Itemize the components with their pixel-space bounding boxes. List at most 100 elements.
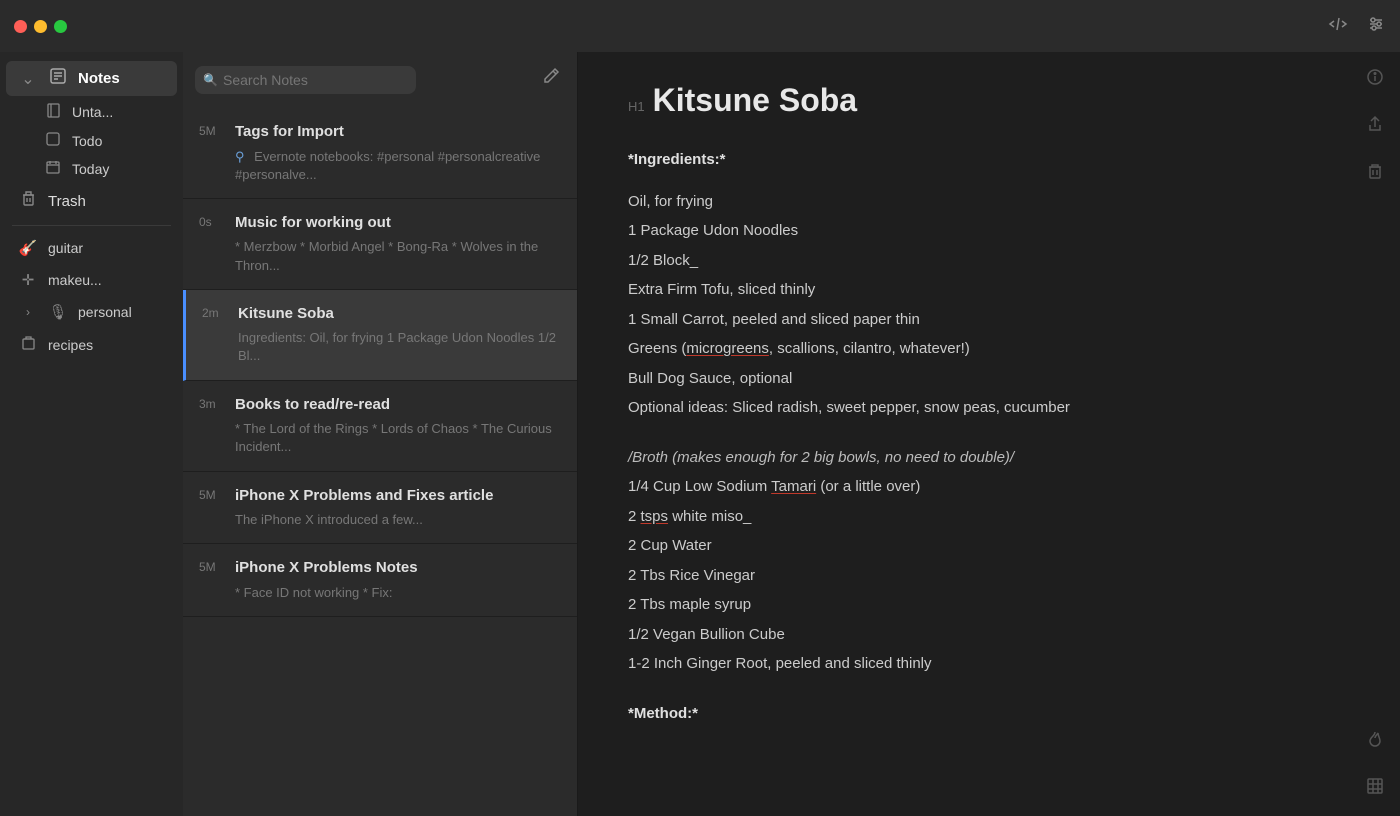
ingredient-line: 1 Package Udon Noodles (628, 218, 1350, 244)
settings-icon[interactable] (1366, 14, 1386, 39)
ingredients-heading: *Ingredients:* (628, 147, 1350, 173)
info-icon[interactable] (1366, 68, 1384, 91)
notes-icon (48, 67, 68, 90)
broth-line: 1/2 Vegan Bullion Cube (628, 622, 1350, 648)
note-title: Books to read/re-read (235, 395, 390, 415)
sidebar-sub-items: Unta... Todo (0, 97, 183, 183)
close-button[interactable] (14, 20, 27, 33)
note-title: iPhone X Problems Notes (235, 558, 418, 578)
note-preview: Ingredients: Oil, for frying 1 Package U… (202, 329, 561, 365)
trash-icon (18, 190, 38, 212)
note-item[interactable]: 5M Tags for Import ⚲ Evernote notebooks:… (183, 108, 577, 199)
expand-icon: › (18, 305, 38, 319)
note-preview: * Face ID not working * Fix: (199, 584, 561, 602)
note-time: 5M (199, 486, 227, 502)
ingredient-line: 1 Small Carrot, peeled and sliced paper … (628, 307, 1350, 333)
broth-line: 1/4 Cup Low Sodium Tamari (or a little o… (628, 474, 1350, 500)
broth-heading: /Broth (makes enough for 2 big bowls, no… (628, 445, 1350, 471)
note-title: Kitsune Soba (238, 304, 334, 324)
titlebar-icons (1328, 14, 1386, 39)
broth-line: 2 Tbs Rice Vinegar (628, 563, 1350, 589)
sidebar-item-notes[interactable]: ⌄ Notes (6, 61, 177, 96)
notes-label: Notes (78, 70, 120, 87)
ingredients-label: *Ingredients:* (628, 151, 726, 168)
note-preview: The iPhone X introduced a few... (199, 511, 561, 529)
note-item-header: 5M Tags for Import (199, 122, 561, 142)
note-icon: ⚲ (235, 149, 245, 164)
note-title-display[interactable]: Kitsune Soba (653, 82, 857, 119)
trash-label: Trash (48, 193, 86, 210)
note-item-header: 5M iPhone X Problems and Fixes article (199, 486, 561, 506)
note-editor[interactable]: H1 Kitsune Soba *Ingredients:* Oil, for … (578, 52, 1400, 816)
broth-label: /Broth (makes enough for 2 big bowls, no… (628, 449, 1014, 466)
personal-icon: 🎙 (48, 303, 68, 321)
search-wrapper (195, 66, 525, 94)
note-title: Tags for Import (235, 122, 344, 142)
chevron-down-icon: ⌄ (18, 69, 38, 89)
note-item[interactable]: 5M iPhone X Problems Notes * Face ID not… (183, 544, 577, 617)
sidebar-item-makeup[interactable]: ✛ makeu... (6, 265, 177, 295)
notebook-icon (44, 103, 62, 121)
note-item[interactable]: 5M iPhone X Problems and Fixes article T… (183, 472, 577, 545)
broth-line: 1-2 Inch Ginger Root, peeled and sliced … (628, 651, 1350, 677)
note-item-header: 0s Music for working out (199, 213, 561, 233)
note-content[interactable]: *Ingredients:* Oil, for frying 1 Package… (628, 147, 1350, 726)
note-item-active[interactable]: 2m Kitsune Soba Ingredients: Oil, for fr… (183, 290, 577, 381)
guitar-icon: 🎸 (18, 239, 38, 257)
miso-text: white miso_ (668, 508, 751, 525)
broth-text-2: (or a little over) (816, 478, 920, 495)
personal-label: personal (78, 304, 132, 320)
note-time: 0s (199, 213, 227, 229)
tsps-underline: tsps (641, 508, 669, 525)
sidebar-item-todo[interactable]: Todo (32, 127, 177, 154)
today-label: Today (72, 161, 109, 177)
table-icon[interactable] (1366, 777, 1384, 800)
ingredient-line: Optional ideas: Sliced radish, sweet pep… (628, 395, 1350, 421)
sidebar-item-personal[interactable]: › 🎙 personal (6, 297, 177, 327)
note-title: Music for working out (235, 213, 391, 233)
note-item[interactable]: 3m Books to read/re-read * The Lord of t… (183, 381, 577, 472)
recipes-icon (18, 335, 38, 354)
note-item[interactable]: 0s Music for working out * Merzbow * Mor… (183, 199, 577, 290)
note-time: 3m (199, 395, 227, 411)
search-input[interactable] (195, 66, 416, 94)
untitled-label: Unta... (72, 104, 113, 120)
broth-line: 2 Cup Water (628, 533, 1350, 559)
heading-marker: H1 (628, 99, 645, 114)
sidebar-item-recipes[interactable]: recipes (6, 329, 177, 360)
note-preview: * The Lord of the Rings * Lords of Chaos… (199, 420, 561, 456)
ingredient-line: Extra Firm Tofu, sliced thinly (628, 277, 1350, 303)
tsps-text: 2 (628, 508, 641, 525)
minimize-button[interactable] (34, 20, 47, 33)
sidebar-item-untitled[interactable]: Unta... (32, 98, 177, 126)
ingredient-line: Bull Dog Sauce, optional (628, 366, 1350, 392)
broth-line: 2 tsps white miso_ (628, 504, 1350, 530)
flame-icon[interactable] (1366, 730, 1384, 753)
sidebar: ⌄ Notes Unta... (0, 52, 183, 816)
code-icon[interactable] (1328, 14, 1348, 39)
note-title: iPhone X Problems and Fixes article (235, 486, 493, 506)
sidebar-item-today[interactable]: Today (32, 155, 177, 182)
note-item-header: 2m Kitsune Soba (202, 304, 561, 324)
note-list: 5M Tags for Import ⚲ Evernote notebooks:… (183, 108, 577, 816)
broth-text-1: 1/4 Cup Low Sodium (628, 478, 771, 495)
note-list-header (183, 52, 577, 108)
note-preview: ⚲ Evernote notebooks: #personal #persona… (199, 148, 561, 184)
note-preview: * Merzbow * Morbid Angel * Bong-Ra * Wol… (199, 238, 561, 274)
calendar-icon (44, 160, 62, 177)
todo-label: Todo (72, 133, 102, 149)
sidebar-item-trash[interactable]: Trash (6, 184, 177, 218)
ingredient-line: Greens (microgreens, scallions, cilantro… (628, 336, 1350, 362)
makeup-label: makeu... (48, 272, 102, 288)
note-time: 2m (202, 304, 230, 320)
compose-button[interactable] (535, 62, 565, 98)
main-layout: ⌄ Notes Unta... (0, 52, 1400, 816)
maximize-button[interactable] (54, 20, 67, 33)
titlebar (0, 0, 1400, 52)
sidebar-divider (12, 225, 171, 226)
greens-text: Greens ( (628, 340, 686, 357)
share-icon[interactable] (1366, 115, 1384, 138)
delete-icon[interactable] (1366, 162, 1384, 185)
sidebar-item-guitar[interactable]: 🎸 guitar (6, 233, 177, 263)
note-time: 5M (199, 558, 227, 574)
